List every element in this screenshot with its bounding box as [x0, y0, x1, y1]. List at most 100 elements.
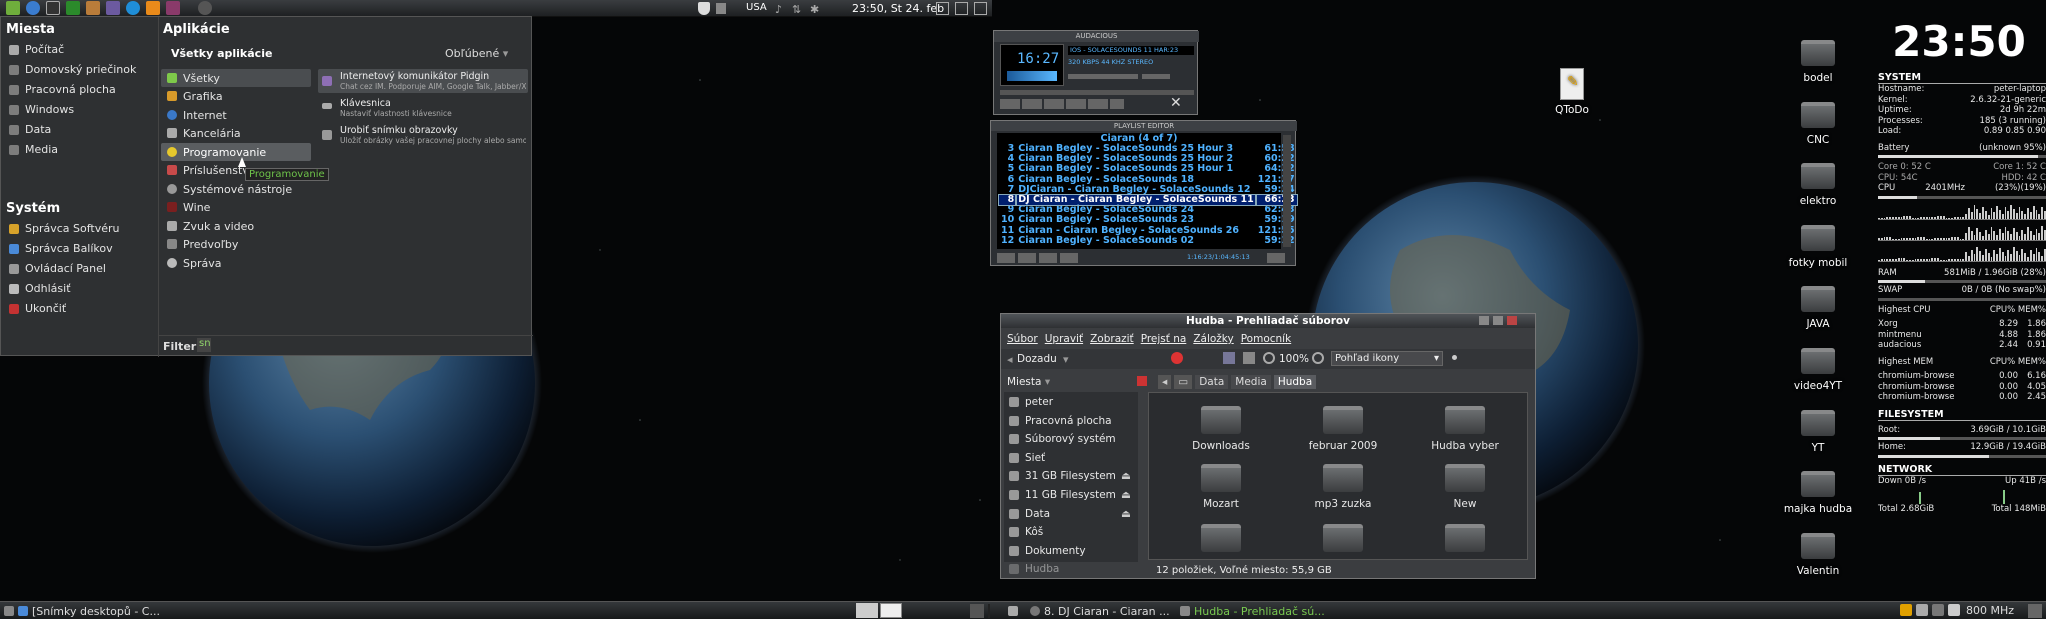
seek-bar[interactable] [1000, 90, 1194, 95]
sidebar-item[interactable]: Pracovná plocha [1009, 415, 1112, 427]
audio-icon[interactable] [166, 1, 180, 15]
battery-icon[interactable] [716, 3, 726, 14]
chevron-down-icon[interactable]: ▾ [1063, 353, 1069, 366]
menu-zobrazit[interactable]: Zobraziť [1090, 333, 1134, 345]
category-administration[interactable]: Správa [161, 254, 311, 272]
view-mode-select[interactable]: Pohľad ikony ▾ [1331, 351, 1443, 366]
eject-icon[interactable] [1110, 99, 1124, 109]
desktop-folder[interactable]: YT [1778, 409, 1858, 454]
place-item-data[interactable]: Data [9, 123, 51, 136]
show-desktop-icon[interactable] [970, 604, 984, 618]
category-preferences[interactable]: Predvoľby [161, 235, 311, 253]
desktop-file-qtodo[interactable]: ✎ QToDo [1532, 68, 1612, 116]
playlist-scrollbar[interactable] [1283, 135, 1291, 247]
sidebar-item[interactable]: 11 GB Filesystem ⏏ [1009, 489, 1131, 501]
keyboard-layout[interactable]: USA [746, 2, 767, 13]
select-icon[interactable] [1039, 253, 1057, 263]
breadcrumb-left-icon[interactable]: ◂ [1158, 375, 1172, 389]
system-item-software[interactable]: Správca Softvéru [9, 222, 120, 235]
folder-item-partial[interactable] [1171, 524, 1271, 558]
volume-icon[interactable]: ♪ [775, 3, 782, 16]
minimize-icon[interactable] [1479, 316, 1489, 325]
eject-icon[interactable]: ⏏ [1121, 470, 1131, 482]
system-item-packages[interactable]: Správca Balíkov [9, 242, 113, 255]
previous-icon[interactable] [1000, 99, 1020, 109]
place-item-computer[interactable]: Počítač [9, 43, 64, 56]
desktop-folder[interactable]: bodel [1778, 40, 1858, 84]
workspace-2[interactable] [880, 603, 902, 618]
place-item-media[interactable]: Media [9, 143, 58, 156]
sidebar-item[interactable]: Data ⏏ [1009, 508, 1131, 520]
sidebar-item[interactable]: peter [1009, 396, 1053, 408]
folder-item[interactable]: New [1415, 464, 1515, 510]
thunderbird-icon[interactable] [26, 1, 40, 15]
desktop-folder[interactable]: elektro [1778, 163, 1858, 207]
close-icon[interactable] [1507, 316, 1517, 325]
breadcrumb-hudba[interactable]: Hudba [1273, 375, 1317, 389]
volume-slider[interactable] [1068, 74, 1138, 79]
trash-icon[interactable] [2028, 604, 2042, 618]
cpu-frequency-icon[interactable] [1948, 604, 1960, 616]
category-graphics[interactable]: Grafika [161, 87, 311, 105]
favorites-button[interactable]: Obľúbené ▾ [445, 47, 508, 60]
sidebar-item[interactable]: Hudba [1009, 563, 1059, 575]
zoom-in-icon[interactable] [1312, 352, 1324, 364]
breadcrumb-data[interactable]: Data [1195, 375, 1229, 389]
close-sidebar-icon[interactable] [1137, 376, 1147, 386]
place-item-desktop[interactable]: Pracovná plocha [9, 83, 116, 96]
maximize-icon[interactable] [1493, 316, 1503, 325]
desktop-folder[interactable]: video4YT [1778, 348, 1858, 392]
system-item-control-panel[interactable]: Ovládací Panel [9, 262, 106, 275]
system-item-logout[interactable]: Odhlásiť [9, 282, 71, 295]
desktop-folder[interactable]: JAVA [1778, 286, 1858, 330]
filter-input[interactable]: sn [197, 338, 211, 352]
play-icon[interactable] [1022, 99, 1042, 109]
network-icon[interactable]: ⇅ [792, 3, 801, 16]
taskbar-item-audacious[interactable]: 8. DJ Ciaran - Ciaran ... [1008, 604, 1170, 618]
taskbar-item-screenshots[interactable]: [Snímky desktopů - C... [4, 604, 160, 618]
menu-prejst-na[interactable]: Prejsť na [1141, 333, 1187, 345]
eject-icon[interactable]: ⏏ [1121, 489, 1131, 501]
folder-item[interactable]: Mozart [1171, 464, 1271, 510]
desktop-folder[interactable]: Valentin [1778, 532, 1858, 577]
place-item-windows[interactable]: Windows [9, 103, 74, 116]
logout-icon[interactable] [974, 2, 987, 15]
balance-slider[interactable] [1142, 74, 1170, 79]
playlist-area[interactable]: Ciaran (4 of 7) 3 Ciaran Begley - SolaceS… [997, 133, 1298, 249]
show-desktop-icon[interactable] [936, 2, 949, 15]
stop-icon[interactable] [1066, 99, 1086, 109]
misc-icon[interactable] [1060, 253, 1078, 263]
app-entry-screenshot[interactable]: Urobiť snímku obrazovky Uložiť obrázky v… [318, 123, 528, 147]
pidgin-icon[interactable] [86, 1, 100, 15]
breadcrumb-media[interactable]: Media [1231, 375, 1271, 389]
system-item-quit[interactable]: Ukončiť [9, 302, 66, 315]
menu-pomocnik[interactable]: Pomocník [1241, 333, 1291, 345]
app-entry-pidgin[interactable]: Internetový komunikátor Pidgin Chat cez … [318, 69, 528, 93]
menu-zalozky[interactable]: Záložky [1193, 333, 1233, 345]
sidebar-item[interactable]: Kôš [1009, 526, 1043, 538]
computer-icon[interactable] [1243, 352, 1255, 364]
folder-item-partial[interactable] [1415, 524, 1515, 558]
panel-clock[interactable]: 23:50, St 24. feb [852, 2, 944, 15]
pause-icon[interactable] [1044, 99, 1064, 109]
menu-upravit[interactable]: Upraviť [1045, 333, 1083, 345]
sidebar-item[interactable]: Súborový systém [1009, 433, 1116, 445]
zoom-out-icon[interactable] [1263, 352, 1275, 364]
drive-icon[interactable]: ▭ [1174, 375, 1193, 389]
sidebar-item[interactable]: Dokumenty [1009, 545, 1086, 557]
list-options-icon[interactable] [1267, 253, 1285, 263]
home-icon[interactable] [1223, 352, 1235, 364]
sidebar-item[interactable]: Sieť [1009, 452, 1045, 464]
folder-item-partial[interactable] [1293, 524, 1393, 558]
place-item-home[interactable]: Domovský priečinok [9, 63, 136, 76]
clipboard-icon[interactable] [1916, 604, 1928, 616]
shield-icon[interactable] [698, 2, 710, 15]
folder-item[interactable]: Hudba vyber [1415, 406, 1515, 452]
app-entry-keyboard[interactable]: Klávesnica Nastaviť vlastnosti klávesnic… [318, 96, 528, 120]
category-all[interactable]: Všetky [161, 69, 311, 87]
skype-icon[interactable] [126, 1, 140, 15]
sidebar-item[interactable]: 31 GB Filesystem ⏏ [1009, 470, 1131, 482]
updates-icon[interactable] [1900, 604, 1912, 616]
folder-item[interactable]: mp3 zuzka [1293, 464, 1393, 510]
wine-icon[interactable] [106, 1, 120, 15]
